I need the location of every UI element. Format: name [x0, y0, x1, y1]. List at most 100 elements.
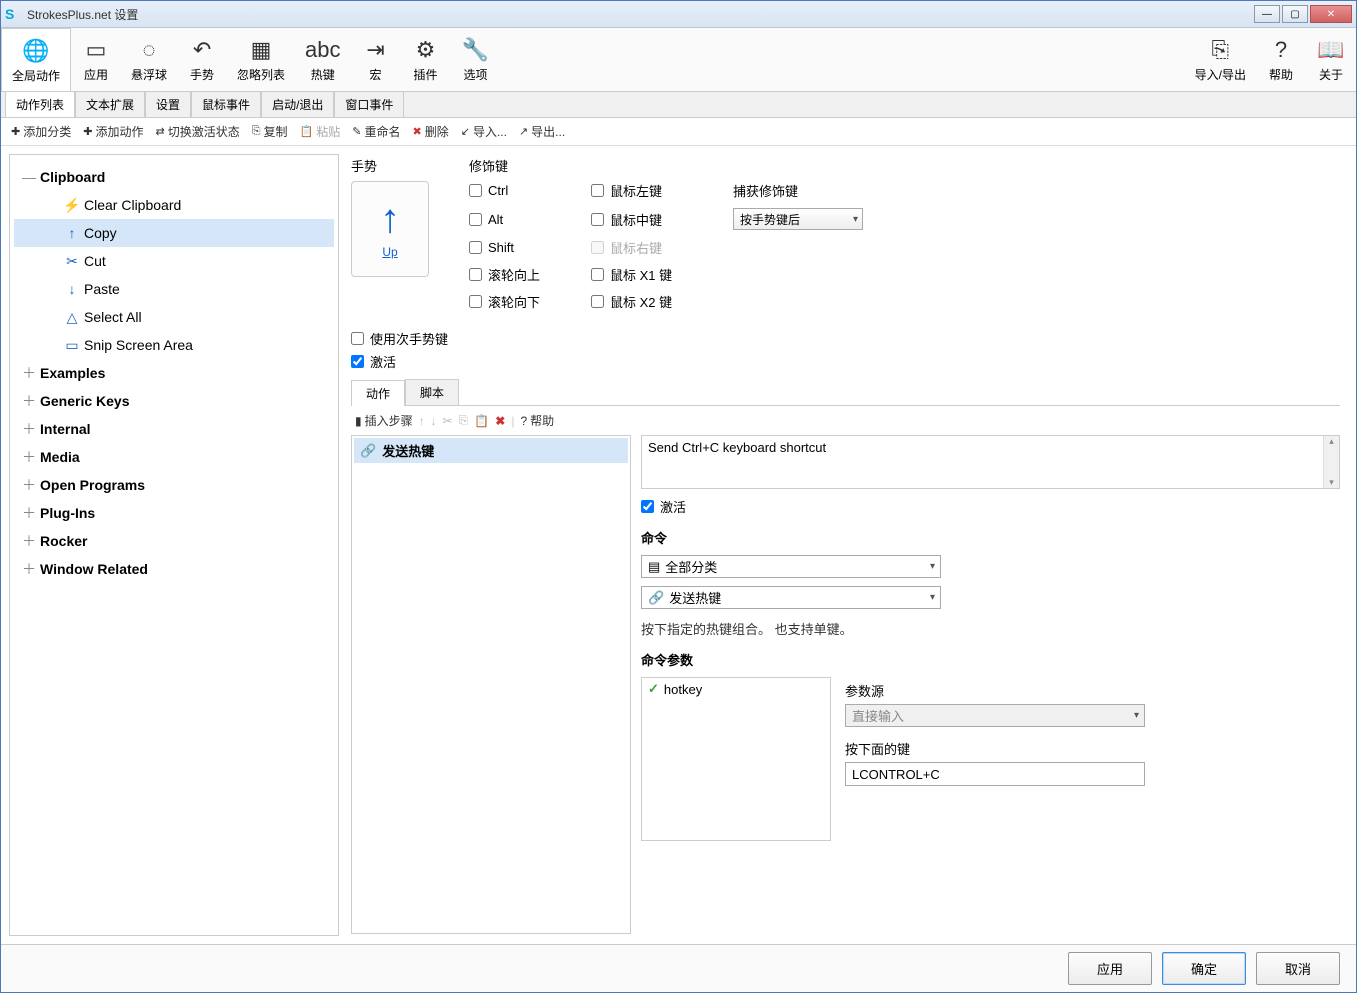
toolbar-options[interactable]: 🔧选项: [451, 28, 501, 91]
delete-step-button[interactable]: ✖: [495, 414, 505, 428]
close-button[interactable]: ✕: [1310, 5, 1352, 23]
modifier-mouse-4[interactable]: 鼠标 X2 键: [591, 292, 721, 311]
actionbar-addact[interactable]: ✚添加动作: [79, 121, 147, 142]
modifier-Ctrl[interactable]: Ctrl: [469, 183, 579, 198]
gesture-preview[interactable]: ↑ Up: [351, 181, 429, 277]
delete-icon: ✖: [412, 125, 421, 138]
param-item[interactable]: ✓ hotkey: [642, 678, 830, 700]
action-icon: ▭: [60, 337, 84, 354]
toolbar-float[interactable]: ◌悬浮球: [121, 28, 177, 91]
actionbar-addcat[interactable]: ✚添加分类: [7, 121, 75, 142]
tree-category[interactable]: ＋Examples: [14, 359, 334, 387]
expand-icon[interactable]: ＋: [18, 391, 40, 411]
subtab-3[interactable]: 鼠标事件: [191, 91, 261, 117]
toolbar-gesture[interactable]: ↶手势: [177, 28, 227, 91]
modifier-Alt[interactable]: Alt: [469, 212, 579, 227]
modifier-滚轮向上[interactable]: 滚轮向上: [469, 265, 579, 284]
actionbar-rename[interactable]: ✎重命名: [348, 121, 404, 142]
tree-category[interactable]: ＋Media: [14, 443, 334, 471]
step-item[interactable]: 🔗 发送热键: [354, 438, 628, 463]
expand-icon[interactable]: ＋: [18, 475, 40, 495]
copy-step-icon[interactable]: ⎘: [459, 413, 469, 428]
actionbar-copy[interactable]: ⎘复制: [248, 121, 292, 142]
move-up-button[interactable]: ↑: [419, 414, 425, 428]
active-checkbox[interactable]: 激活: [351, 352, 1340, 371]
step-active-checkbox[interactable]: 激活: [641, 497, 1340, 516]
maximize-button[interactable]: ▢: [1282, 5, 1308, 23]
description-textarea[interactable]: Send Ctrl+C keyboard shortcut ▴▾: [641, 435, 1340, 489]
tree-category[interactable]: ＋Open Programs: [14, 471, 334, 499]
hotkey-input[interactable]: [845, 762, 1145, 786]
step-list[interactable]: 🔗 发送热键: [351, 435, 631, 934]
hotkey-icon: abc: [305, 36, 340, 64]
toolbar-global[interactable]: 🌐全局动作: [1, 28, 71, 91]
toolbar-hotkey[interactable]: abc热键: [295, 28, 350, 91]
modifier-Shift[interactable]: Shift: [469, 240, 579, 255]
actionbar-import[interactable]: ↙导入...: [457, 121, 511, 142]
tree-category[interactable]: ＋Rocker: [14, 527, 334, 555]
command-select[interactable]: 🔗 发送热键: [641, 586, 941, 609]
tree-category[interactable]: ＋Window Related: [14, 555, 334, 583]
actionbar-delete[interactable]: ✖删除: [408, 121, 452, 142]
modifier-mouse-1[interactable]: 鼠标中键: [591, 210, 721, 229]
minimize-button[interactable]: —: [1254, 5, 1280, 23]
expand-icon[interactable]: ＋: [18, 419, 40, 439]
actionbar-toggle[interactable]: ⇄切换激活状态: [151, 121, 243, 142]
modifier-mouse-3[interactable]: 鼠标 X1 键: [591, 265, 721, 284]
tree-action[interactable]: ▭Snip Screen Area: [14, 331, 334, 359]
expand-icon[interactable]: ＋: [18, 363, 40, 383]
source-label: 参数源: [845, 681, 1145, 700]
modifier-滚轮向下[interactable]: 滚轮向下: [469, 292, 579, 311]
tree-action[interactable]: ↓Paste: [14, 275, 334, 303]
toolbar-importexport[interactable]: ⎘导入/导出: [1185, 28, 1256, 91]
toolbar-macro[interactable]: ⇥宏: [351, 28, 401, 91]
param-list[interactable]: ✓ hotkey: [641, 677, 831, 841]
subtab-4[interactable]: 启动/退出: [261, 91, 334, 117]
modifier-mouse-0[interactable]: 鼠标左键: [591, 181, 721, 200]
tree-category[interactable]: ＋Generic Keys: [14, 387, 334, 415]
capture-modifier-select[interactable]: 按手势键后: [733, 208, 863, 230]
tree-action[interactable]: ⚡Clear Clipboard: [14, 191, 334, 219]
tree-action[interactable]: ↑Copy: [14, 219, 334, 247]
gesture-name-link[interactable]: Up: [382, 245, 397, 259]
toolbar-plugin[interactable]: ⚙插件: [401, 28, 451, 91]
expand-icon[interactable]: ＋: [18, 447, 40, 467]
edit-icon[interactable]: ✂: [443, 414, 453, 428]
actionbar-export[interactable]: ↗导出...: [515, 121, 569, 142]
expand-icon[interactable]: ＋: [18, 531, 40, 551]
toolbar-about[interactable]: 📖关于: [1306, 28, 1356, 91]
insert-step-button[interactable]: ▮ 插入步骤: [355, 412, 413, 429]
plugin-icon: ⚙: [416, 36, 436, 64]
secondary-gesture-checkbox[interactable]: 使用次手势键: [351, 329, 1340, 348]
subtab-1[interactable]: 文本扩展: [75, 91, 145, 117]
tree-category[interactable]: ＋Plug-Ins: [14, 499, 334, 527]
tree-category[interactable]: ＋Internal: [14, 415, 334, 443]
apply-button[interactable]: 应用: [1068, 952, 1152, 985]
inner-tab-1[interactable]: 脚本: [405, 379, 459, 405]
cancel-button[interactable]: 取消: [1256, 952, 1340, 985]
help-link[interactable]: ? 帮助: [520, 412, 554, 429]
toolbar-help[interactable]: ?帮助: [1256, 28, 1306, 91]
inner-tab-0[interactable]: 动作: [351, 380, 405, 406]
toolbar-app[interactable]: ▭应用: [71, 28, 121, 91]
step-name: 发送热键: [382, 441, 434, 460]
subtab-0[interactable]: 动作列表: [5, 91, 75, 117]
capture-label: 捕获修饰键: [733, 181, 873, 200]
category-select[interactable]: ▤ 全部分类: [641, 555, 941, 578]
macro-icon: ⇥: [366, 36, 384, 64]
subtab-5[interactable]: 窗口事件: [334, 91, 404, 117]
tree-action[interactable]: ✂Cut: [14, 247, 334, 275]
window-title: StrokesPlus.net 设置: [27, 6, 1252, 23]
toolbar-ignore[interactable]: ▦忽略列表: [227, 28, 295, 91]
collapse-icon[interactable]: —: [18, 169, 40, 185]
subtab-2[interactable]: 设置: [145, 91, 191, 117]
tree-action[interactable]: △Select All: [14, 303, 334, 331]
move-down-button[interactable]: ↓: [431, 414, 437, 428]
expand-icon[interactable]: ＋: [18, 503, 40, 523]
ok-button[interactable]: 确定: [1162, 952, 1246, 985]
tree-category[interactable]: —Clipboard: [14, 163, 334, 191]
action-tree[interactable]: —Clipboard⚡Clear Clipboard↑Copy✂Cut↓Past…: [9, 154, 339, 936]
expand-icon[interactable]: ＋: [18, 559, 40, 579]
paste-step-icon[interactable]: 📋: [474, 414, 489, 428]
scrollbar[interactable]: ▴▾: [1323, 436, 1339, 488]
